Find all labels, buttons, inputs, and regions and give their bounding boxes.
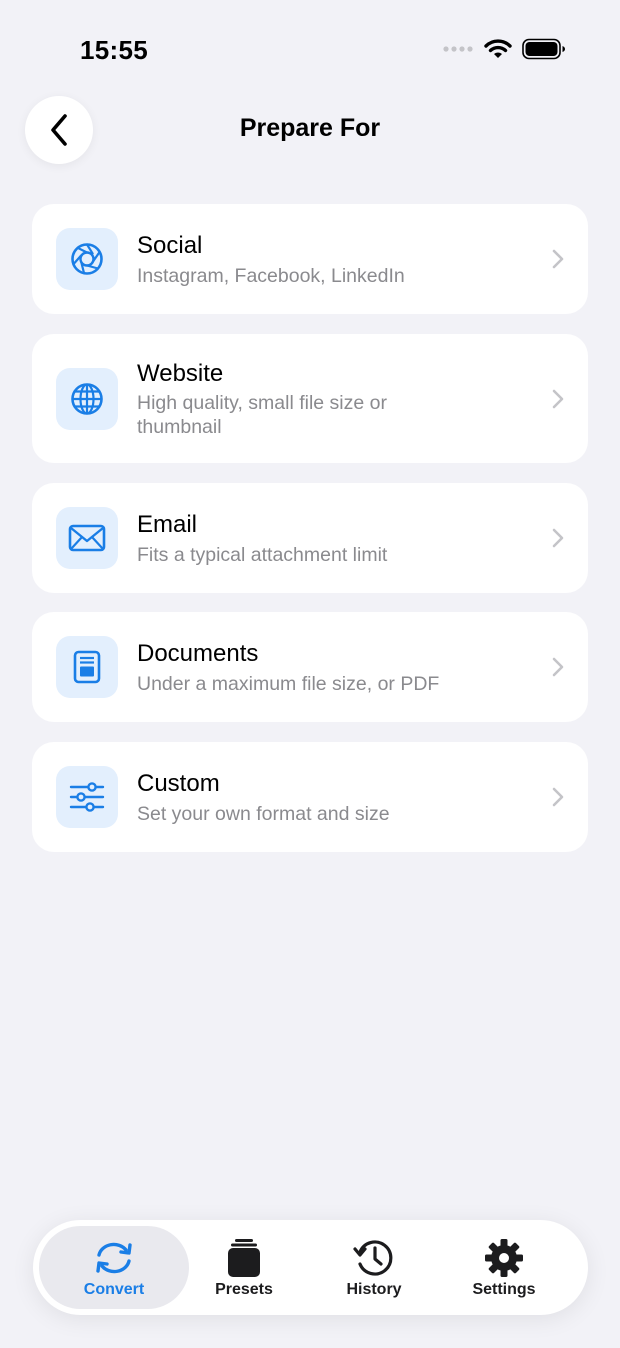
status-icons <box>442 38 566 60</box>
document-icon <box>73 650 101 684</box>
option-subtitle: Set your own format and size <box>137 803 390 825</box>
option-website[interactable]: Website High quality, small file size or… <box>32 334 588 463</box>
option-email[interactable]: Email Fits a typical attachment limit <box>32 483 588 593</box>
status-time: 15:55 <box>80 35 148 65</box>
convert-arrows-icon <box>96 1242 132 1274</box>
tab-bar: Convert Presets History Settings <box>33 1220 588 1315</box>
icon-tile <box>56 368 118 430</box>
sliders-icon <box>69 782 105 812</box>
option-title: Custom <box>137 770 220 797</box>
presets-stack-icon <box>228 1239 260 1277</box>
option-subtitle: High quality, small file size or thumbna… <box>137 392 387 438</box>
tab-settings[interactable]: Settings <box>429 1226 579 1309</box>
globe-icon <box>71 383 103 415</box>
chevron-right-icon <box>552 528 564 548</box>
option-title: Documents <box>137 640 259 667</box>
tab-history[interactable]: History <box>299 1226 449 1309</box>
chevron-right-icon <box>552 787 564 807</box>
icon-tile <box>56 228 118 290</box>
tab-convert[interactable]: Convert <box>39 1226 189 1309</box>
chevron-right-icon <box>552 657 564 677</box>
tab-label: Presets <box>215 1281 273 1298</box>
cellular-signal-icon <box>443 46 473 52</box>
option-subtitle: Fits a typical attachment limit <box>137 544 388 566</box>
chevron-right-icon <box>552 389 564 409</box>
aperture-icon <box>71 243 103 275</box>
tab-presets[interactable]: Presets <box>169 1226 319 1309</box>
option-title: Email <box>137 511 198 538</box>
option-title: Website <box>137 360 224 387</box>
option-documents[interactable]: Documents Under a maximum file size, or … <box>32 612 588 722</box>
battery-icon <box>522 38 565 60</box>
history-clock-icon <box>353 1240 393 1276</box>
option-subtitle: Under a maximum file size, or PDF <box>137 673 440 695</box>
icon-tile <box>56 766 118 828</box>
tab-label: Convert <box>83 1281 145 1298</box>
option-title: Social <box>137 232 203 259</box>
option-social[interactable]: Social Instagram, Facebook, LinkedIn <box>32 204 588 314</box>
tab-label: History <box>346 1281 402 1298</box>
icon-tile <box>56 636 118 698</box>
page-title: Prepare For <box>239 114 381 142</box>
option-custom[interactable]: Custom Set your own format and size <box>32 742 588 852</box>
icon-tile <box>56 507 118 569</box>
gear-icon <box>485 1239 523 1277</box>
envelope-icon <box>68 524 106 552</box>
wifi-icon <box>484 39 512 58</box>
prepare-for-screen: 15:55 Prepare For Social Instagram, Face… <box>0 0 620 1348</box>
tab-label: Settings <box>472 1281 536 1298</box>
chevron-right-icon <box>552 249 564 269</box>
option-subtitle: Instagram, Facebook, LinkedIn <box>137 265 405 287</box>
